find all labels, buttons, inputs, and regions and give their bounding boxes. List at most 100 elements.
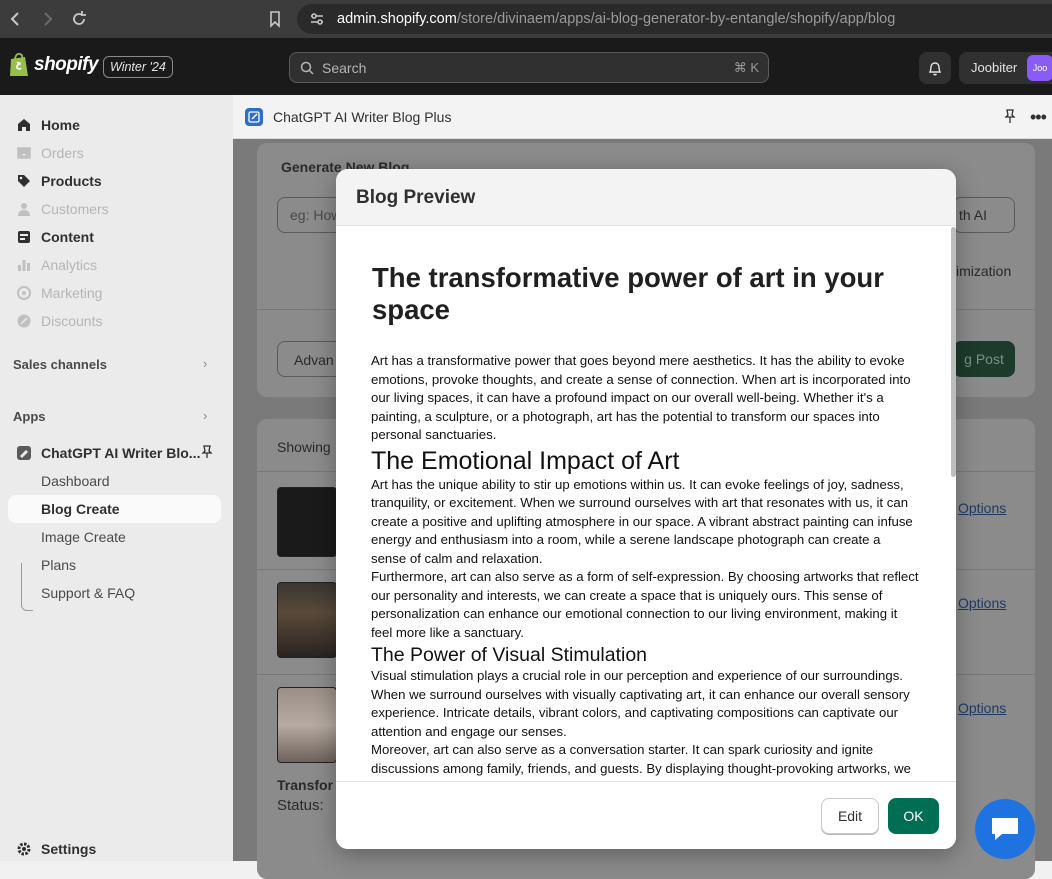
- pin-icon[interactable]: [1003, 109, 1017, 130]
- sidebar-item-analytics[interactable]: Analytics: [0, 251, 233, 279]
- blog-thumbnail[interactable]: [277, 582, 337, 658]
- blog-thumbnail[interactable]: [277, 487, 337, 557]
- sidebar-item-label: Marketing: [41, 285, 103, 301]
- search-icon: [300, 61, 314, 78]
- bookmark-icon[interactable]: [265, 9, 285, 29]
- showing-label: Showing: [277, 439, 331, 455]
- optimization-label: imization: [956, 263, 1012, 279]
- modal-scrollbar[interactable]: [951, 227, 956, 477]
- url-path: /store/divinaem/apps/ai-blog-generator-b…: [456, 11, 896, 27]
- chevron-right-icon[interactable]: ›: [203, 356, 207, 371]
- search-shortcut: ⌘ K: [733, 60, 759, 75]
- article-subheading: The Power of Visual Stimulation: [371, 644, 648, 666]
- sidebar-item-label: Settings: [41, 841, 97, 857]
- app-title-bar: ChatGPT AI Writer Blog Plus •••: [233, 95, 1052, 139]
- shopify-logo[interactable]: shopify: [8, 52, 99, 78]
- reload-icon[interactable]: [69, 9, 89, 29]
- edition-badge[interactable]: Winter '24: [103, 56, 173, 78]
- sidebar-subitem-support[interactable]: Support & FAQ: [41, 585, 135, 601]
- sidebar-item-customers[interactable]: Customers: [0, 195, 233, 223]
- sidebar-item-content[interactable]: Content: [0, 223, 233, 251]
- app-title: ChatGPT AI Writer Blog Plus: [273, 109, 452, 125]
- gear-icon: [16, 841, 32, 857]
- target-icon: [16, 285, 32, 301]
- admin-topbar: shopify Winter '24 Search ⌘ K Joobiter J…: [0, 38, 1052, 95]
- sidebar-item-label: Products: [41, 173, 102, 189]
- options-link[interactable]: Options: [958, 595, 1006, 611]
- apps-heading[interactable]: Apps: [13, 409, 46, 424]
- blog-item-title: Transfor: [277, 777, 334, 793]
- sidebar-item-label: Discounts: [41, 313, 103, 329]
- modal-title: Blog Preview: [356, 187, 476, 208]
- tree-connector: [21, 563, 33, 611]
- browser-toolbar: admin.shopify.com/store/divinaem/apps/ai…: [0, 0, 1052, 38]
- sidebar-item-orders[interactable]: Orders: [0, 139, 233, 167]
- modal-header: Blog Preview: [336, 169, 956, 226]
- prompt-placeholder: eg: How: [290, 207, 342, 223]
- shopify-bag-icon: [10, 52, 28, 76]
- article-paragraph: Art has a transformative power that goes…: [371, 353, 911, 442]
- site-info-icon[interactable]: [309, 11, 325, 31]
- sidebar-item-settings[interactable]: Settings: [0, 835, 233, 863]
- chat-icon: [990, 816, 1020, 847]
- search-input[interactable]: Search ⌘ K: [289, 52, 769, 83]
- discount-icon: [16, 313, 32, 329]
- orders-icon: [16, 145, 32, 161]
- sales-channels-heading[interactable]: Sales channels: [13, 357, 107, 372]
- search-placeholder: Search: [322, 59, 367, 76]
- chat-button[interactable]: [975, 799, 1035, 859]
- address-bar[interactable]: admin.shopify.com/store/divinaem/apps/ai…: [297, 4, 1052, 34]
- modal-footer: Edit OK: [336, 781, 956, 849]
- sidebar-item-label: Orders: [41, 145, 84, 161]
- sidebar-item-label: Content: [41, 229, 94, 245]
- article-paragraph: Moreover, art can also serve as a conver…: [371, 742, 911, 776]
- back-icon[interactable]: [6, 9, 26, 29]
- sidebar-item-products[interactable]: Products: [0, 167, 233, 195]
- modal-body[interactable]: The transformative power of art in your …: [336, 226, 952, 781]
- blog-item-status: Status:: [277, 797, 324, 814]
- sidebar-app-name: ChatGPT AI Writer Blo...: [41, 445, 201, 461]
- bell-icon: [927, 60, 943, 81]
- options-link[interactable]: Options: [958, 500, 1006, 516]
- write-ai-label: th AI: [959, 207, 988, 223]
- person-icon: [16, 201, 32, 217]
- chevron-right-icon[interactable]: ›: [203, 408, 207, 423]
- notifications-button[interactable]: [919, 52, 951, 84]
- pin-icon[interactable]: [200, 445, 214, 462]
- edit-button[interactable]: Edit: [821, 798, 879, 834]
- sidebar-item-marketing[interactable]: Marketing: [0, 279, 233, 307]
- article-title: The transformative power of art in your …: [372, 262, 884, 325]
- sidebar-subitem-dashboard[interactable]: Dashboard: [41, 473, 110, 489]
- sidebar-item-label: Home: [41, 117, 80, 133]
- generate-post-label: g Post: [964, 351, 1004, 367]
- account-menu-button[interactable]: Joobiter Joo: [959, 52, 1052, 84]
- app-icon: [245, 108, 263, 126]
- sidebar-subitem-blog-create[interactable]: Blog Create: [8, 495, 221, 523]
- sidebar-subitem-image-create[interactable]: Image Create: [41, 529, 126, 545]
- generate-post-button[interactable]: g Post: [953, 341, 1015, 377]
- advanced-label: Advan: [294, 352, 334, 368]
- blog-preview-modal: Blog Preview The transformative power of…: [336, 169, 956, 849]
- ok-button[interactable]: OK: [888, 798, 939, 834]
- admin-sidebar: Home Orders Products Customers Content A…: [0, 95, 233, 861]
- sidebar-item-discounts[interactable]: Discounts: [0, 307, 233, 335]
- app-icon: [16, 445, 32, 461]
- more-options-icon[interactable]: •••: [1030, 107, 1047, 128]
- shopify-wordmark: shopify: [34, 54, 99, 75]
- sidebar-item-home[interactable]: Home: [0, 111, 233, 139]
- tag-icon: [16, 173, 32, 189]
- write-ai-button[interactable]: th AI: [953, 197, 1015, 233]
- sidebar-item-label: Customers: [41, 201, 109, 217]
- home-icon: [16, 117, 32, 133]
- sidebar-item-label: Analytics: [41, 257, 98, 273]
- sidebar-item-app[interactable]: ChatGPT AI Writer Blo...: [0, 439, 233, 467]
- article-paragraph: Visual stimulation plays a crucial role …: [371, 668, 910, 739]
- sidebar-subitem-plans[interactable]: Plans: [41, 557, 76, 573]
- article-paragraph: Art has the unique ability to stir up em…: [371, 476, 913, 566]
- bar-chart-icon: [16, 257, 32, 273]
- content-icon: [16, 229, 32, 245]
- options-link[interactable]: Options: [958, 700, 1006, 716]
- blog-thumbnail[interactable]: [277, 687, 337, 763]
- article-paragraph: Furthermore, art can also serve as a for…: [371, 569, 919, 640]
- forward-icon[interactable]: [37, 9, 57, 29]
